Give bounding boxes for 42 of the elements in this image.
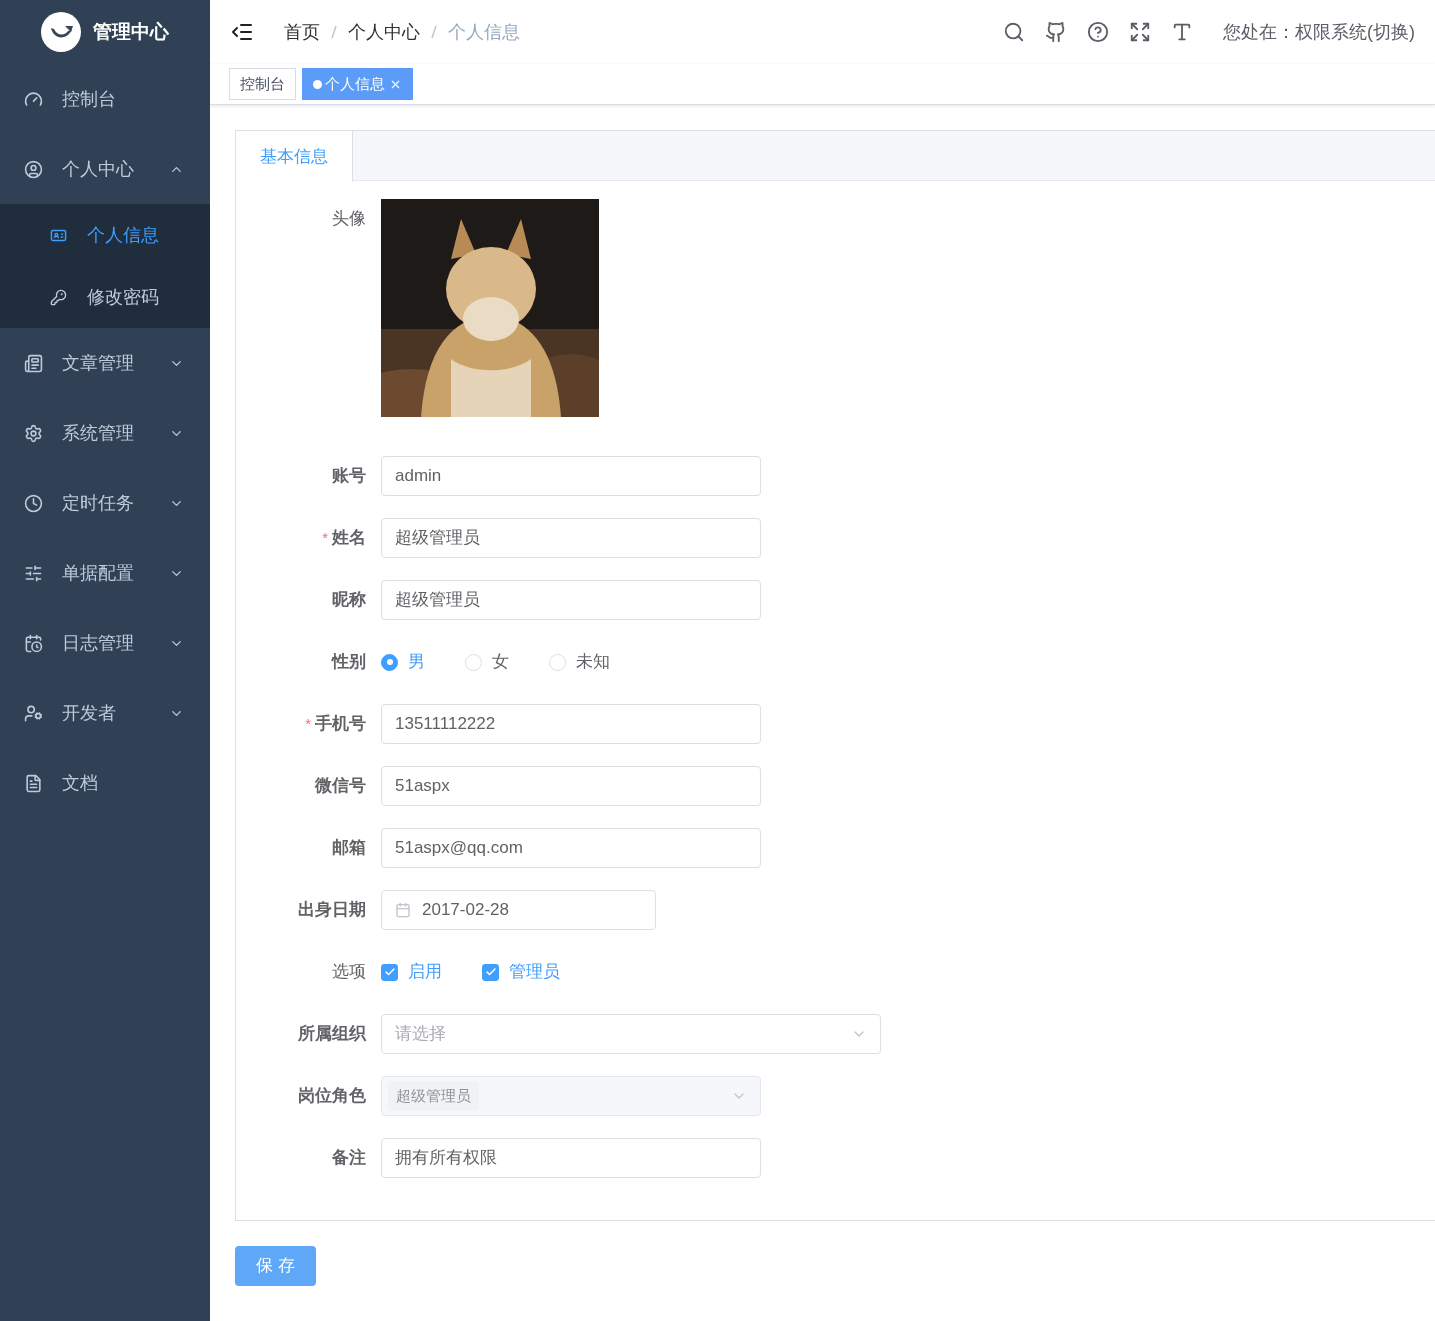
text-field[interactable]: 51aspx@qq.com: [381, 828, 761, 868]
radio-option[interactable]: 女: [465, 649, 509, 675]
tag-tab[interactable]: 控制台: [229, 68, 296, 100]
breadcrumb-link[interactable]: 首页: [284, 18, 320, 46]
role-tag: 超级管理员: [388, 1081, 479, 1111]
field-label: 昵称: [332, 589, 366, 612]
text-field[interactable]: 超级管理员: [381, 580, 761, 620]
menu-item[interactable]: 开发者: [0, 678, 210, 748]
field-label: 出身日期: [298, 899, 366, 922]
field-label: 账号: [332, 465, 366, 488]
menu-item[interactable]: 文档: [0, 748, 210, 818]
breadcrumb-link[interactable]: 个人中心: [348, 18, 420, 46]
submenu-item[interactable]: 修改密码: [0, 266, 210, 328]
field-label: 邮箱: [332, 837, 366, 860]
app-title: 管理中心: [93, 19, 169, 44]
submenu-item[interactable]: 个人信息: [0, 204, 210, 266]
field-label: 手机号: [315, 713, 366, 736]
menu-item[interactable]: 系统管理: [0, 398, 210, 468]
radio-option[interactable]: 未知: [549, 649, 610, 675]
text-field[interactable]: 13511112222: [381, 704, 761, 744]
field-label: 备注: [332, 1147, 366, 1170]
text-field[interactable]: 超级管理员: [381, 518, 761, 558]
menu-item[interactable]: 文章管理: [0, 328, 210, 398]
text-field[interactable]: admin: [381, 456, 761, 496]
field-label: 选项: [332, 961, 366, 984]
menu-item[interactable]: 控制台: [0, 64, 210, 134]
required-mark: *: [305, 713, 311, 734]
menu-item[interactable]: 日志管理: [0, 608, 210, 678]
field-label: 岗位角色: [298, 1085, 366, 1108]
text-field[interactable]: 拥有所有权限: [381, 1138, 761, 1178]
text-field[interactable]: 51aspx: [381, 766, 761, 806]
required-mark: *: [322, 527, 328, 548]
menu-item[interactable]: 单据配置: [0, 538, 210, 608]
field-label: 头像: [332, 208, 366, 231]
date-field[interactable]: 2017-02-28: [381, 890, 656, 930]
field-label: 性别: [332, 651, 366, 674]
menu-item[interactable]: 个人中心: [0, 134, 210, 204]
menu-item[interactable]: 定时任务: [0, 468, 210, 538]
field-label: 微信号: [315, 775, 366, 798]
location-link[interactable]: 您处在：权限系统(切换): [1223, 18, 1415, 46]
field-label: 所属组织: [298, 1023, 366, 1046]
field-label: 姓名: [332, 527, 366, 550]
